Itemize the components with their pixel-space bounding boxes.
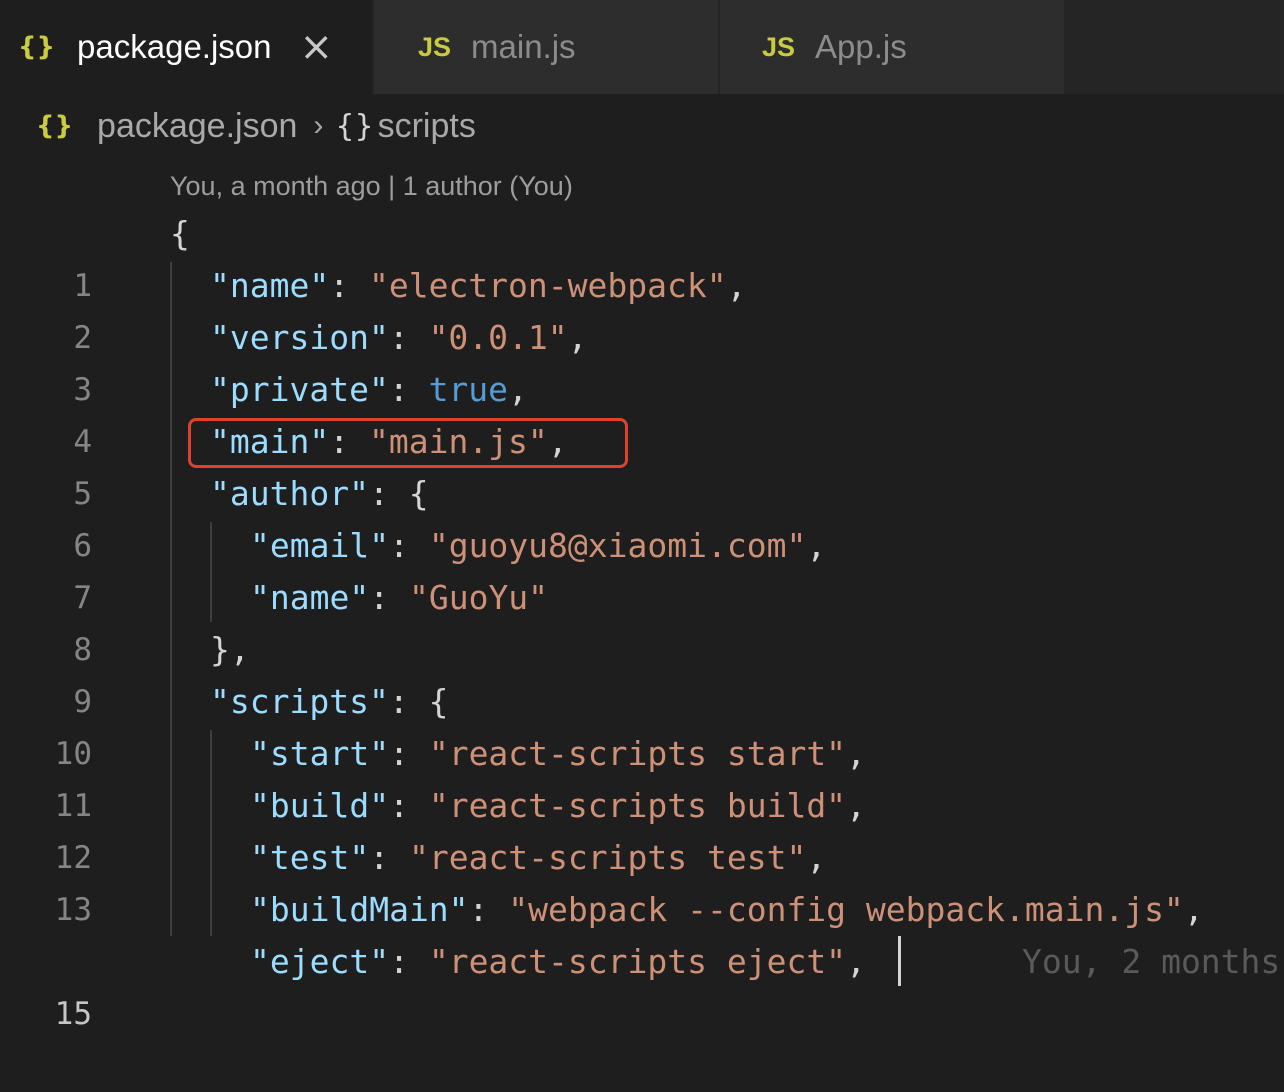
json-string-value: "react-scripts test" bbox=[408, 838, 807, 877]
code-line[interactable]: 2 "name": "electron-webpack", bbox=[0, 260, 1284, 356]
json-string-value: "react-scripts eject" bbox=[428, 942, 847, 981]
json-colon: : bbox=[329, 266, 369, 305]
json-string-value: "guoyu8@xiaomi.com" bbox=[428, 526, 807, 565]
json-file-icon: {} bbox=[36, 111, 74, 141]
json-key: "name" bbox=[210, 266, 330, 305]
json-key: "name" bbox=[250, 578, 370, 617]
code-line[interactable]: 8 "name": "GuoYu" bbox=[0, 572, 1284, 668]
json-string-value: "react-scripts build" bbox=[428, 786, 847, 825]
json-colon: : bbox=[388, 682, 429, 721]
json-comma: , bbox=[726, 266, 747, 305]
json-colon: : bbox=[368, 474, 409, 513]
javascript-file-icon: JS bbox=[762, 31, 796, 62]
code-line[interactable]: 1 { bbox=[0, 208, 1284, 304]
tab-package-json[interactable]: {} package.json × bbox=[0, 0, 374, 94]
tab-label: main.js bbox=[471, 28, 576, 65]
object-icon: {} bbox=[335, 108, 374, 144]
codelens-authorship[interactable]: You, a month ago | 1 author (You) bbox=[170, 168, 573, 204]
json-key: "build" bbox=[250, 786, 390, 825]
json-comma: , bbox=[508, 370, 528, 409]
json-colon: : bbox=[388, 318, 429, 357]
json-string-value: "GuoYu" bbox=[408, 578, 549, 617]
json-brace: { bbox=[170, 214, 190, 253]
breadcrumb: {} package.json › {} scripts bbox=[36, 100, 476, 152]
breadcrumb-file[interactable]: package.json bbox=[97, 107, 297, 146]
json-colon: : bbox=[389, 786, 429, 825]
code-line[interactable]: 7 "email": "guoyu8@xiaomi.com", bbox=[0, 520, 1284, 616]
json-key: "test" bbox=[250, 838, 370, 877]
json-comma: , bbox=[846, 734, 866, 773]
code-line[interactable]: 9 }, bbox=[0, 624, 1284, 720]
json-key: "version" bbox=[210, 318, 389, 357]
json-colon: : bbox=[389, 734, 429, 773]
json-colon: : bbox=[369, 578, 409, 617]
json-boolean-value: true bbox=[428, 370, 509, 409]
json-comma: , bbox=[846, 786, 866, 825]
code-line[interactable]: 14 "buildMain": "webpack --config webpac… bbox=[0, 884, 1284, 980]
tab-label: App.js bbox=[815, 28, 907, 65]
code-line[interactable]: 13 "test": "react-scripts test", bbox=[0, 832, 1284, 928]
code-line[interactable]: 3 "version": "0.0.1", bbox=[0, 312, 1284, 408]
json-colon: : bbox=[468, 890, 509, 929]
json-key: "private" bbox=[210, 370, 389, 409]
code-line[interactable]: 12 "build": "react-scripts build", bbox=[0, 780, 1284, 876]
json-string-value: "0.0.1" bbox=[428, 318, 568, 357]
json-colon: : bbox=[389, 942, 429, 981]
json-key: "scripts" bbox=[210, 682, 389, 721]
json-string-value: "react-scripts start" bbox=[428, 734, 847, 773]
chevron-right-icon: › bbox=[313, 109, 324, 142]
json-comma: , bbox=[846, 942, 866, 981]
json-colon: : bbox=[369, 838, 409, 877]
json-brace: { bbox=[408, 474, 429, 513]
line-number: 15 bbox=[54, 996, 92, 1032]
json-comma: , bbox=[806, 526, 827, 565]
json-colon: : bbox=[389, 526, 429, 565]
annotation-highlight-box bbox=[188, 418, 628, 468]
json-string-value: "electron-webpack" bbox=[368, 266, 727, 305]
tab-label: package.json bbox=[77, 28, 272, 65]
code-line[interactable]: 4 "private": true, bbox=[0, 364, 1284, 460]
code-line[interactable]: 6 "author": { bbox=[0, 468, 1284, 564]
json-comma: , bbox=[806, 838, 827, 877]
json-key: "start" bbox=[250, 734, 390, 773]
json-file-icon: {} bbox=[18, 32, 56, 62]
json-comma: , bbox=[1183, 890, 1204, 929]
code-line[interactable]: 11 "start": "react-scripts start", bbox=[0, 728, 1284, 824]
json-string-value: "webpack --config webpack.main.js" bbox=[508, 890, 1184, 929]
json-key: "eject" bbox=[250, 942, 390, 981]
json-brace: { bbox=[428, 682, 449, 721]
json-colon: : bbox=[388, 370, 429, 409]
json-key: "buildMain" bbox=[250, 890, 469, 929]
inline-blame-annotation: You, 2 months bbox=[1022, 942, 1281, 981]
tab-main-js[interactable]: JS main.js bbox=[374, 0, 720, 94]
tab-app-js[interactable]: JS App.js bbox=[720, 0, 1066, 94]
json-key: "email" bbox=[250, 526, 390, 565]
javascript-file-icon: JS bbox=[418, 31, 452, 62]
close-icon[interactable]: × bbox=[300, 27, 334, 67]
code-line[interactable]: 10 "scripts": { bbox=[0, 676, 1284, 772]
editor-tab-bar: {} package.json × JS main.js JS App.js bbox=[0, 0, 1284, 94]
breadcrumb-section[interactable]: scripts bbox=[378, 107, 476, 146]
text-cursor bbox=[898, 936, 901, 986]
json-comma: , bbox=[567, 318, 588, 357]
json-key: "author" bbox=[210, 474, 369, 513]
json-brace: }, bbox=[210, 630, 250, 669]
